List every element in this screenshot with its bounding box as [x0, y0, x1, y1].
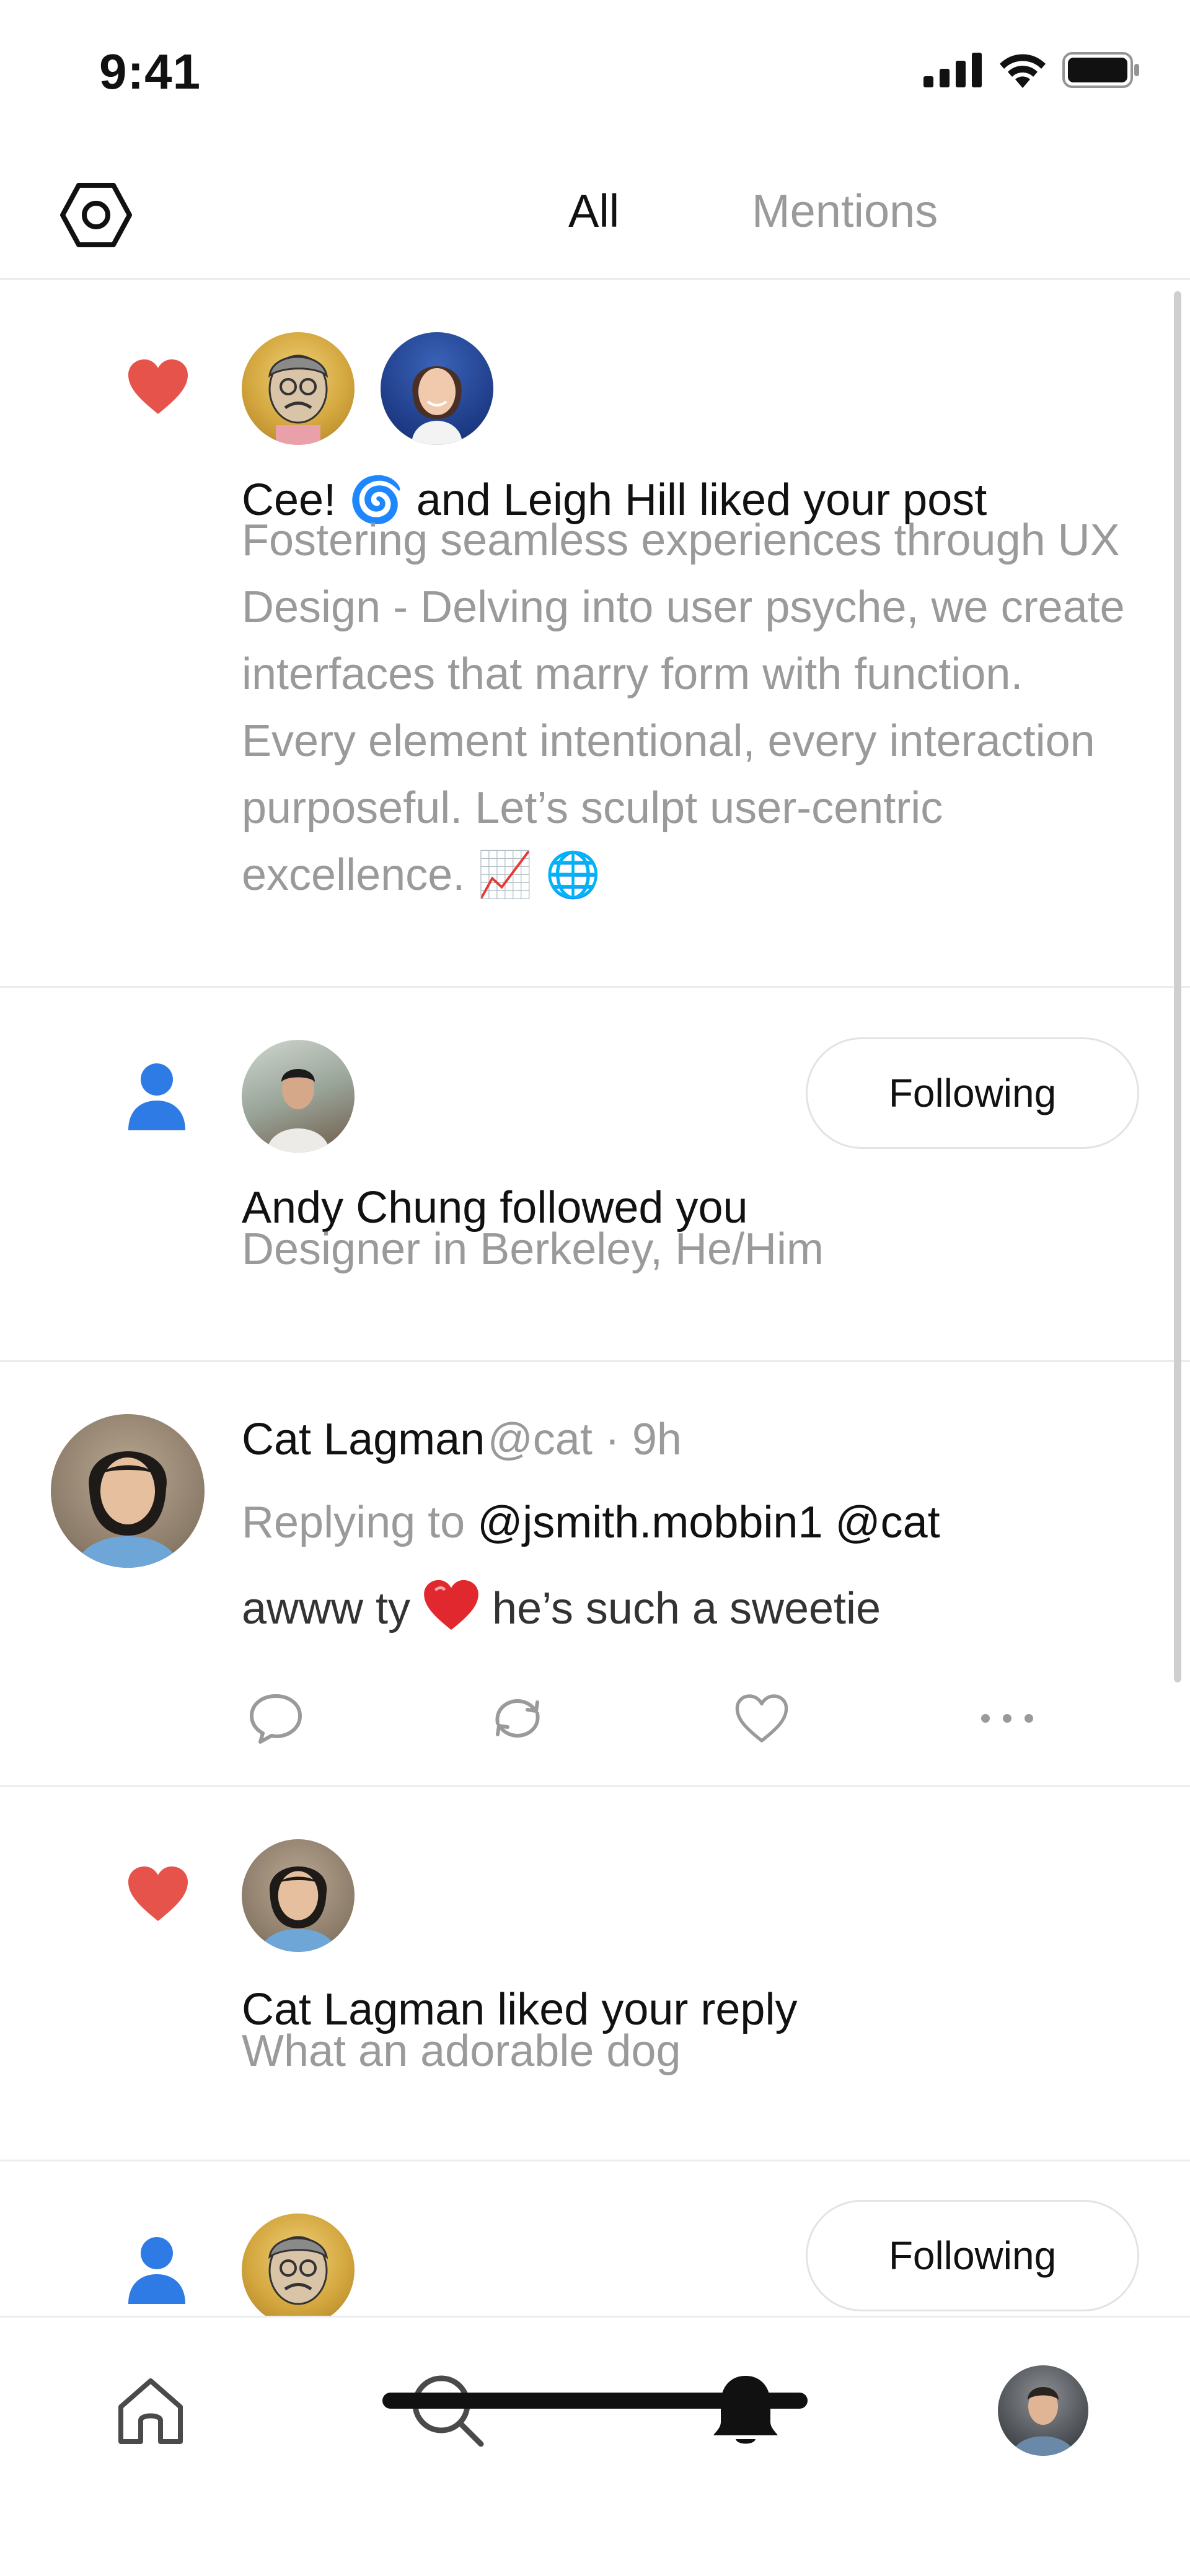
battery-icon — [1062, 52, 1139, 88]
cellular-signal-icon — [923, 53, 982, 87]
profile-tab[interactable] — [994, 2361, 1093, 2460]
avatar-leigh-hill[interactable] — [381, 332, 493, 445]
avatar-andy-chung[interactable] — [242, 1040, 355, 1153]
header: All Mentions — [0, 143, 1190, 280]
tab-all[interactable]: All — [568, 185, 619, 237]
avatar-cat-lagman[interactable] — [51, 1414, 205, 1568]
avatar-cee[interactable] — [242, 332, 355, 445]
avatar-illustration — [268, 2236, 328, 2305]
avatar-photo — [76, 1451, 180, 1568]
replying-to-prefix: Replying to — [242, 1498, 478, 1547]
notifications-bell-icon — [713, 2376, 778, 2444]
like-button[interactable] — [728, 1684, 796, 1752]
search-icon — [412, 2375, 484, 2447]
person-icon — [128, 2237, 185, 2304]
reply-author-handle: @cat · 9h — [487, 1415, 682, 1464]
status-icons — [923, 52, 1140, 88]
avatar-cat-lagman[interactable] — [242, 1839, 355, 1952]
notification-feed[interactable]: Cee! 🌀 and Leigh Hill liked your post Fo… — [0, 280, 1190, 2316]
avatar-photo — [1011, 2387, 1075, 2456]
avatar-photo — [412, 366, 462, 445]
wifi-icon — [1000, 54, 1046, 88]
bottom-tab-bar — [0, 2316, 1190, 2576]
tab-mentions[interactable]: Mentions — [752, 185, 938, 237]
reply-text-start: awww ty — [242, 1584, 423, 1633]
post-excerpt: Fostering seamless experiences through U… — [242, 516, 1125, 900]
status-time: 9:41 — [99, 44, 201, 99]
reply-button[interactable] — [242, 1684, 310, 1752]
repost-icon — [495, 1699, 540, 1738]
user-bio: Designer in Berkeley, He/Him — [242, 1224, 824, 1274]
avatar-photo — [260, 1866, 337, 1952]
hexagon-settings-icon — [60, 183, 132, 247]
home-icon — [118, 2378, 183, 2444]
status-bar: 9:41 — [0, 0, 1190, 143]
reply-header: Cat Lagman @cat · 9h — [242, 1414, 682, 1465]
replying-to-mentions[interactable]: @jsmith.mobbin1 @cat — [477, 1498, 940, 1547]
notification-item-follow[interactable]: Following — [0, 2161, 1190, 2316]
replying-to-line: Replying to @jsmith.mobbin1 @cat — [242, 1497, 940, 1548]
more-button[interactable] — [973, 1684, 1041, 1752]
reply-excerpt: What an adorable dog — [242, 2026, 681, 2076]
heart-icon — [128, 1866, 188, 1921]
notifications-tab[interactable] — [696, 2361, 795, 2460]
avatar-illustration — [268, 354, 328, 445]
repost-button[interactable] — [483, 1684, 552, 1752]
following-button[interactable]: Following — [806, 2200, 1139, 2311]
home-tab[interactable] — [101, 2361, 200, 2460]
search-tab[interactable] — [398, 2361, 497, 2460]
person-icon — [128, 1063, 185, 1130]
reply-text-end: he’s such a sweetie — [480, 1584, 881, 1633]
scrollbar[interactable] — [1174, 291, 1181, 1682]
avatar-cee[interactable] — [242, 2213, 355, 2316]
home-indicator — [382, 2393, 808, 2409]
reply-text: awww ty he’s such a sweetie — [242, 1579, 881, 1634]
reply-icon — [250, 1694, 302, 1744]
notification-item-follow[interactable]: Following Andy Chung followed you Design… — [0, 988, 1190, 1362]
notification-item-like[interactable]: Cat Lagman liked your reply What an ador… — [0, 1787, 1190, 2161]
red-heart-emoji-icon — [424, 1580, 478, 1630]
profile-avatar — [998, 2365, 1088, 2456]
more-icon — [981, 1714, 1033, 1723]
like-icon — [735, 1694, 788, 1743]
reply-actions — [242, 1684, 1109, 1752]
avatar-photo — [267, 1069, 330, 1153]
notification-item-reply[interactable]: Cat Lagman @cat · 9h Replying to @jsmith… — [0, 1362, 1190, 1787]
settings-button[interactable] — [56, 175, 136, 255]
reply-author-name[interactable]: Cat Lagman — [242, 1415, 485, 1464]
following-button[interactable]: Following — [806, 1037, 1139, 1149]
heart-icon — [128, 359, 188, 414]
notification-item-like[interactable]: Cee! 🌀 and Leigh Hill liked your post Fo… — [0, 280, 1190, 988]
